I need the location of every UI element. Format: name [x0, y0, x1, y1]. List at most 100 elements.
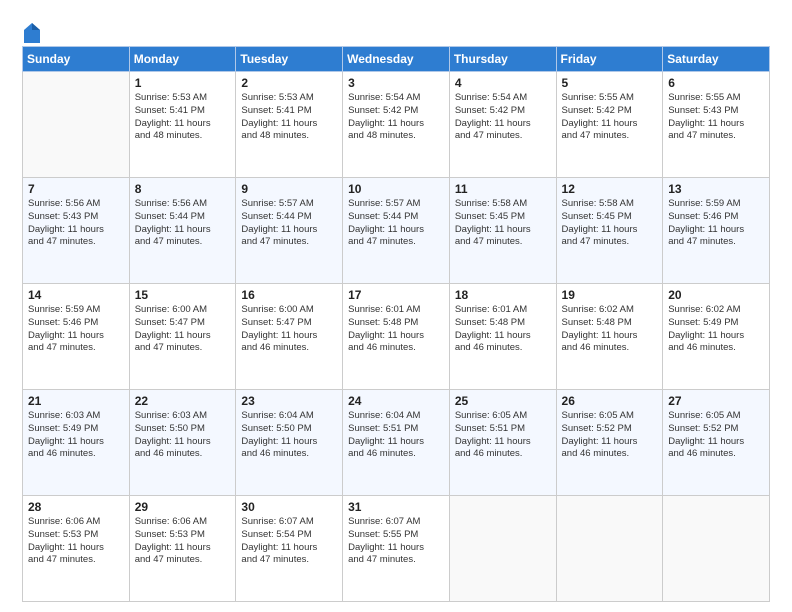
cell-info: Sunrise: 5:59 AM Sunset: 5:46 PM Dayligh…	[668, 198, 764, 249]
calendar-body: 1 Sunrise: 5:53 AM Sunset: 5:41 PM Daylig…	[23, 72, 770, 602]
day-number: 27	[668, 394, 764, 408]
cell-info: Sunrise: 5:53 AM Sunset: 5:41 PM Dayligh…	[241, 92, 337, 143]
header-cell-wednesday: Wednesday	[343, 47, 450, 72]
calendar-cell: 25 Sunrise: 6:05 AM Sunset: 5:51 PM Dayli…	[449, 390, 556, 496]
day-number: 15	[135, 288, 231, 302]
cell-info: Sunrise: 5:59 AM Sunset: 5:46 PM Dayligh…	[28, 304, 124, 355]
cell-info: Sunrise: 5:58 AM Sunset: 5:45 PM Dayligh…	[455, 198, 551, 249]
calendar-cell: 15 Sunrise: 6:00 AM Sunset: 5:47 PM Dayli…	[129, 284, 236, 390]
day-number: 20	[668, 288, 764, 302]
logo	[22, 22, 41, 40]
day-number: 1	[135, 76, 231, 90]
calendar-cell: 28 Sunrise: 6:06 AM Sunset: 5:53 PM Dayli…	[23, 496, 130, 602]
calendar-header: SundayMondayTuesdayWednesdayThursdayFrid…	[23, 47, 770, 72]
day-number: 18	[455, 288, 551, 302]
week-row-0: 1 Sunrise: 5:53 AM Sunset: 5:41 PM Daylig…	[23, 72, 770, 178]
day-number: 8	[135, 182, 231, 196]
calendar-cell: 9 Sunrise: 5:57 AM Sunset: 5:44 PM Daylig…	[236, 178, 343, 284]
day-number: 16	[241, 288, 337, 302]
day-number: 6	[668, 76, 764, 90]
calendar-table: SundayMondayTuesdayWednesdayThursdayFrid…	[22, 46, 770, 602]
calendar-cell: 11 Sunrise: 5:58 AM Sunset: 5:45 PM Dayli…	[449, 178, 556, 284]
calendar-cell	[663, 496, 770, 602]
calendar-cell: 2 Sunrise: 5:53 AM Sunset: 5:41 PM Daylig…	[236, 72, 343, 178]
calendar-cell: 5 Sunrise: 5:55 AM Sunset: 5:42 PM Daylig…	[556, 72, 663, 178]
calendar-cell: 27 Sunrise: 6:05 AM Sunset: 5:52 PM Dayli…	[663, 390, 770, 496]
calendar-cell: 29 Sunrise: 6:06 AM Sunset: 5:53 PM Dayli…	[129, 496, 236, 602]
header-cell-thursday: Thursday	[449, 47, 556, 72]
cell-info: Sunrise: 5:54 AM Sunset: 5:42 PM Dayligh…	[455, 92, 551, 143]
calendar-cell: 31Sunrise: 6:07 AM Sunset: 5:55 PM Dayli…	[343, 496, 450, 602]
logo-icon	[23, 22, 41, 44]
cell-info: Sunrise: 6:00 AM Sunset: 5:47 PM Dayligh…	[241, 304, 337, 355]
day-number: 19	[562, 288, 658, 302]
cell-info: Sunrise: 5:55 AM Sunset: 5:42 PM Dayligh…	[562, 92, 658, 143]
cell-info: Sunrise: 6:06 AM Sunset: 5:53 PM Dayligh…	[135, 516, 231, 567]
day-number: 31	[348, 500, 444, 514]
header-row: SundayMondayTuesdayWednesdayThursdayFrid…	[23, 47, 770, 72]
day-number: 4	[455, 76, 551, 90]
cell-info: Sunrise: 6:06 AM Sunset: 5:53 PM Dayligh…	[28, 516, 124, 567]
cell-info: Sunrise: 5:57 AM Sunset: 5:44 PM Dayligh…	[241, 198, 337, 249]
cell-info: Sunrise: 6:01 AM Sunset: 5:48 PM Dayligh…	[348, 304, 444, 355]
cell-info: Sunrise: 5:56 AM Sunset: 5:44 PM Dayligh…	[135, 198, 231, 249]
calendar-cell: 22Sunrise: 6:03 AM Sunset: 5:50 PM Dayli…	[129, 390, 236, 496]
header-cell-tuesday: Tuesday	[236, 47, 343, 72]
cell-info: Sunrise: 5:53 AM Sunset: 5:41 PM Dayligh…	[135, 92, 231, 143]
cell-info: Sunrise: 6:02 AM Sunset: 5:49 PM Dayligh…	[668, 304, 764, 355]
cell-info: Sunrise: 6:03 AM Sunset: 5:50 PM Dayligh…	[135, 410, 231, 461]
day-number: 5	[562, 76, 658, 90]
cell-info: Sunrise: 6:05 AM Sunset: 5:52 PM Dayligh…	[562, 410, 658, 461]
cell-info: Sunrise: 5:54 AM Sunset: 5:42 PM Dayligh…	[348, 92, 444, 143]
day-number: 2	[241, 76, 337, 90]
day-number: 30	[241, 500, 337, 514]
day-number: 14	[28, 288, 124, 302]
day-number: 24	[348, 394, 444, 408]
cell-info: Sunrise: 5:56 AM Sunset: 5:43 PM Dayligh…	[28, 198, 124, 249]
day-number: 7	[28, 182, 124, 196]
calendar-cell: 18 Sunrise: 6:01 AM Sunset: 5:48 PM Dayli…	[449, 284, 556, 390]
day-number: 13	[668, 182, 764, 196]
cell-info: Sunrise: 6:07 AM Sunset: 5:54 PM Dayligh…	[241, 516, 337, 567]
calendar-cell: 7 Sunrise: 5:56 AM Sunset: 5:43 PM Daylig…	[23, 178, 130, 284]
cell-info: Sunrise: 5:58 AM Sunset: 5:45 PM Dayligh…	[562, 198, 658, 249]
cell-info: Sunrise: 6:03 AM Sunset: 5:49 PM Dayligh…	[28, 410, 124, 461]
day-number: 23	[241, 394, 337, 408]
calendar-cell: 30 Sunrise: 6:07 AM Sunset: 5:54 PM Dayli…	[236, 496, 343, 602]
cell-info: Sunrise: 6:05 AM Sunset: 5:51 PM Dayligh…	[455, 410, 551, 461]
calendar-cell: 6 Sunrise: 5:55 AM Sunset: 5:43 PM Daylig…	[663, 72, 770, 178]
calendar-cell: 13 Sunrise: 5:59 AM Sunset: 5:46 PM Dayli…	[663, 178, 770, 284]
calendar-cell	[449, 496, 556, 602]
cell-info: Sunrise: 6:05 AM Sunset: 5:52 PM Dayligh…	[668, 410, 764, 461]
cell-info: Sunrise: 6:01 AM Sunset: 5:48 PM Dayligh…	[455, 304, 551, 355]
calendar-cell: 10 Sunrise: 5:57 AM Sunset: 5:44 PM Dayli…	[343, 178, 450, 284]
header-cell-friday: Friday	[556, 47, 663, 72]
day-number: 11	[455, 182, 551, 196]
week-row-4: 28 Sunrise: 6:06 AM Sunset: 5:53 PM Dayli…	[23, 496, 770, 602]
cell-info: Sunrise: 5:57 AM Sunset: 5:44 PM Dayligh…	[348, 198, 444, 249]
calendar-cell: 14 Sunrise: 5:59 AM Sunset: 5:46 PM Dayli…	[23, 284, 130, 390]
cell-info: Sunrise: 6:02 AM Sunset: 5:48 PM Dayligh…	[562, 304, 658, 355]
calendar-cell: 19 Sunrise: 6:02 AM Sunset: 5:48 PM Dayli…	[556, 284, 663, 390]
calendar-cell: 16 Sunrise: 6:00 AM Sunset: 5:47 PM Dayli…	[236, 284, 343, 390]
header-cell-sunday: Sunday	[23, 47, 130, 72]
day-number: 21	[28, 394, 124, 408]
day-number: 3	[348, 76, 444, 90]
calendar-cell: 20 Sunrise: 6:02 AM Sunset: 5:49 PM Dayli…	[663, 284, 770, 390]
header-cell-saturday: Saturday	[663, 47, 770, 72]
day-number: 29	[135, 500, 231, 514]
calendar-cell: 21 Sunrise: 6:03 AM Sunset: 5:49 PM Dayli…	[23, 390, 130, 496]
day-number: 10	[348, 182, 444, 196]
day-number: 25	[455, 394, 551, 408]
day-number: 9	[241, 182, 337, 196]
cell-info: Sunrise: 6:00 AM Sunset: 5:47 PM Dayligh…	[135, 304, 231, 355]
cell-info: Sunrise: 6:04 AM Sunset: 5:50 PM Dayligh…	[241, 410, 337, 461]
calendar-cell: 3 Sunrise: 5:54 AM Sunset: 5:42 PM Daylig…	[343, 72, 450, 178]
calendar-cell	[556, 496, 663, 602]
header-cell-monday: Monday	[129, 47, 236, 72]
calendar-cell: 4 Sunrise: 5:54 AM Sunset: 5:42 PM Daylig…	[449, 72, 556, 178]
calendar-cell: 12Sunrise: 5:58 AM Sunset: 5:45 PM Dayli…	[556, 178, 663, 284]
header	[22, 18, 770, 40]
day-number: 28	[28, 500, 124, 514]
cell-info: Sunrise: 5:55 AM Sunset: 5:43 PM Dayligh…	[668, 92, 764, 143]
